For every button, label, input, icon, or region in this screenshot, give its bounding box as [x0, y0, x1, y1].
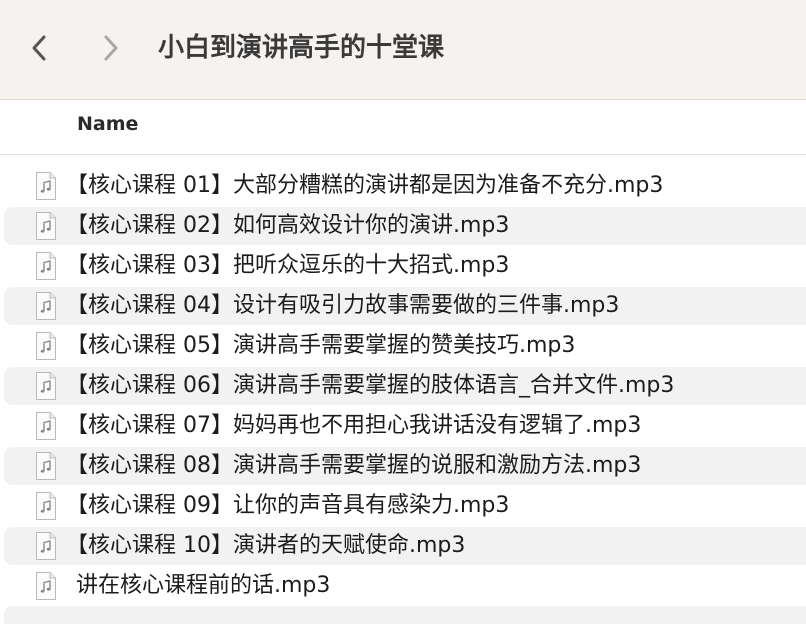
file-name: 【核心课程 07】妈妈再也不用担心我讲话没有逻辑了.mp3 — [66, 413, 642, 438]
toolbar: 小白到演讲高手的十堂课 — [0, 0, 806, 100]
list-header: Name — [0, 101, 806, 155]
file-row[interactable]: 【核心课程 05】演讲高手需要掌握的赞美技巧.mp3 — [0, 326, 806, 366]
file-name: 【核心课程 02】如何高效设计你的演讲.mp3 — [66, 213, 510, 238]
file-row[interactable]: 【核心课程 08】演讲高手需要掌握的说服和激励方法.mp3 — [0, 446, 806, 486]
chevron-right-icon — [104, 35, 118, 61]
forward-button[interactable] — [96, 28, 126, 68]
file-name: 【核心课程 09】让你的声音具有感染力.mp3 — [66, 493, 510, 518]
file-name: 【核心课程 10】演讲者的天赋使命.mp3 — [66, 533, 466, 558]
file-row[interactable]: 【核心课程 04】设计有吸引力故事需要做的三件事.mp3 — [0, 286, 806, 326]
file-name: 【核心课程 04】设计有吸引力故事需要做的三件事.mp3 — [66, 293, 620, 318]
back-button[interactable] — [24, 28, 54, 68]
audio-file-icon — [34, 291, 58, 321]
audio-file-icon — [34, 571, 58, 601]
audio-file-icon — [34, 251, 58, 281]
chevron-left-icon — [32, 35, 46, 61]
finder-window: 小白到演讲高手的十堂课 Name 【核心课程 01】大部分糟糕的演讲都是因为准备… — [0, 0, 806, 624]
file-name: 【核心课程 06】演讲高手需要掌握的肢体语言_合并文件.mp3 — [66, 373, 675, 398]
audio-file-icon — [34, 411, 58, 441]
file-row[interactable]: 【核心课程 02】如何高效设计你的演讲.mp3 — [0, 206, 806, 246]
file-row[interactable]: 【核心课程 10】演讲者的天赋使命.mp3 — [0, 526, 806, 566]
window-title: 小白到演讲高手的十堂课 — [158, 33, 445, 63]
file-list: 【核心课程 01】大部分糟糕的演讲都是因为准备不充分.mp3 【核心课程 02】… — [0, 166, 806, 606]
audio-file-icon — [34, 491, 58, 521]
file-name: 讲在核心课程前的话.mp3 — [76, 573, 331, 598]
file-name: 【核心课程 05】演讲高手需要掌握的赞美技巧.mp3 — [66, 333, 576, 358]
empty-row-stripe — [4, 606, 806, 624]
file-row[interactable]: 【核心课程 06】演讲高手需要掌握的肢体语言_合并文件.mp3 — [0, 366, 806, 406]
file-name: 【核心课程 01】大部分糟糕的演讲都是因为准备不充分.mp3 — [66, 173, 664, 198]
audio-file-icon — [34, 211, 58, 241]
file-row[interactable]: 【核心课程 09】让你的声音具有感染力.mp3 — [0, 486, 806, 526]
audio-file-icon — [34, 331, 58, 361]
file-row[interactable]: 【核心课程 03】把听众逗乐的十大招式.mp3 — [0, 246, 806, 286]
file-row[interactable]: 【核心课程 01】大部分糟糕的演讲都是因为准备不充分.mp3 — [0, 166, 806, 206]
name-column-header[interactable]: Name — [77, 113, 138, 135]
file-name: 【核心课程 03】把听众逗乐的十大招式.mp3 — [66, 253, 510, 278]
audio-file-icon — [34, 171, 58, 201]
audio-file-icon — [34, 531, 58, 561]
file-name: 【核心课程 08】演讲高手需要掌握的说服和激励方法.mp3 — [66, 453, 642, 478]
audio-file-icon — [34, 451, 58, 481]
file-row[interactable]: 讲在核心课程前的话.mp3 — [0, 566, 806, 606]
file-row[interactable]: 【核心课程 07】妈妈再也不用担心我讲话没有逻辑了.mp3 — [0, 406, 806, 446]
audio-file-icon — [34, 371, 58, 401]
